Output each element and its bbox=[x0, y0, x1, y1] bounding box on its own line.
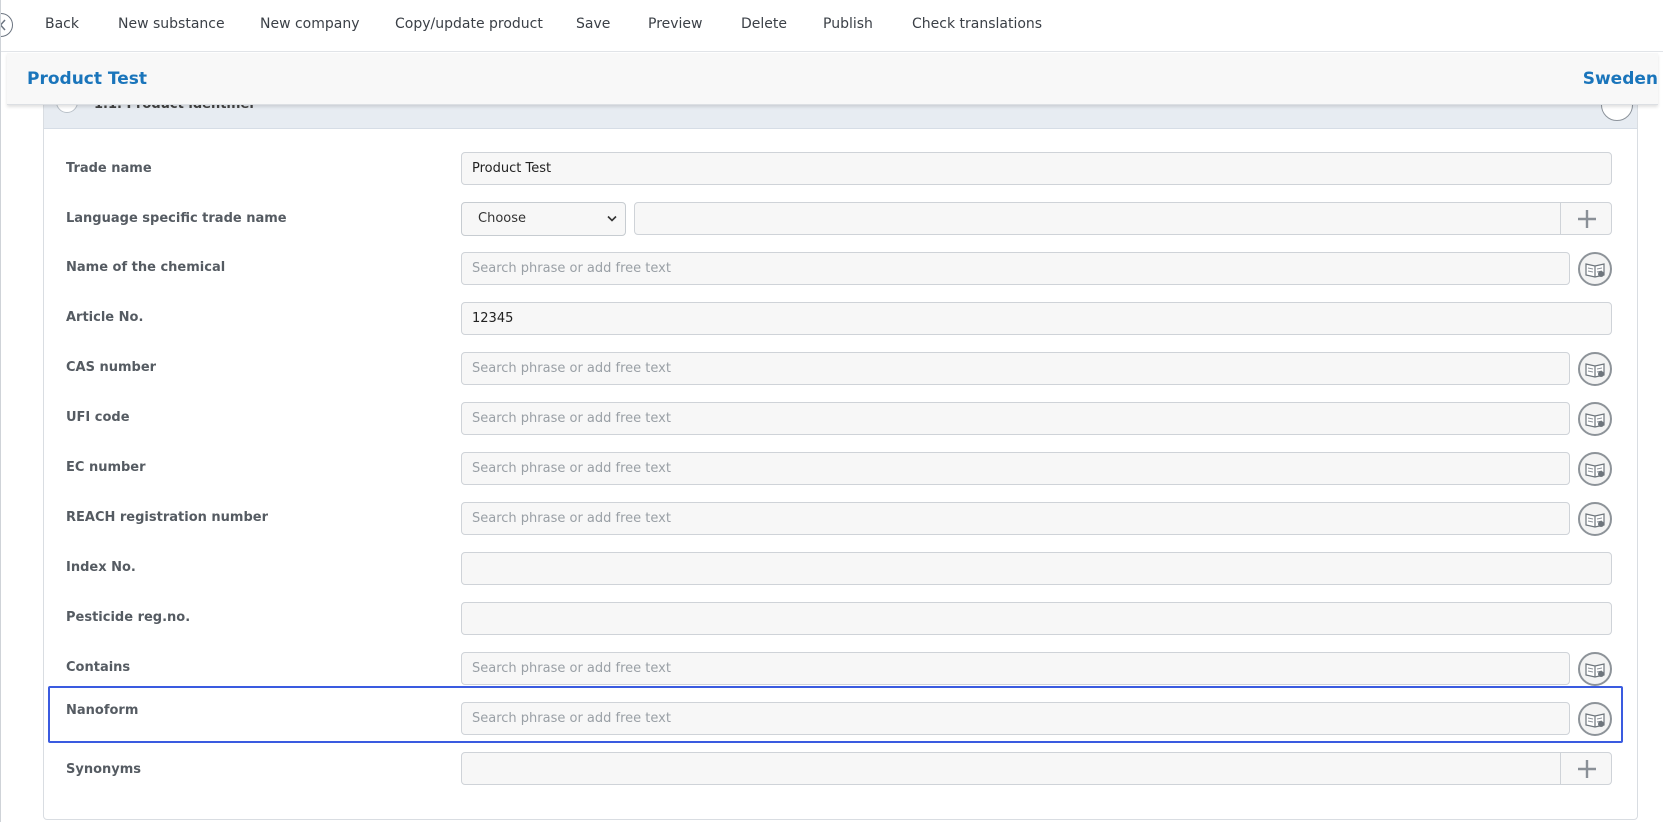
save-button[interactable]: Save bbox=[576, 16, 610, 32]
pesticide-reg-input[interactable] bbox=[461, 602, 1612, 635]
phrase-library-icon[interactable] bbox=[1578, 352, 1612, 386]
chemical-name-label: Name of the chemical bbox=[66, 260, 226, 275]
delete-button[interactable]: Delete bbox=[741, 16, 787, 32]
ec-number-label: EC number bbox=[66, 460, 146, 475]
ec-number-input[interactable]: Search phrase or add free text bbox=[461, 452, 1570, 485]
language-trade-name-input[interactable] bbox=[634, 202, 1612, 235]
trade-name-label: Trade name bbox=[66, 161, 152, 176]
title-bar: Product Test Sweden bbox=[7, 53, 1658, 105]
nanoform-label: Nanoform bbox=[66, 703, 139, 718]
page-title: Product Test bbox=[27, 69, 148, 89]
index-no-input[interactable] bbox=[461, 552, 1612, 585]
chevron-down-icon bbox=[607, 215, 617, 222]
chevron-left-icon[interactable] bbox=[1, 13, 13, 37]
plus-icon bbox=[1578, 210, 1596, 228]
check-translations-button[interactable]: Check translations bbox=[912, 16, 1042, 32]
new-substance-button[interactable]: New substance bbox=[118, 16, 225, 32]
contains-input[interactable]: Search phrase or add free text bbox=[461, 652, 1570, 685]
ufi-code-input[interactable]: Search phrase or add free text bbox=[461, 402, 1570, 435]
phrase-library-icon[interactable] bbox=[1578, 502, 1612, 536]
synonyms-label: Synonyms bbox=[66, 762, 142, 777]
contains-label: Contains bbox=[66, 660, 131, 675]
publish-button[interactable]: Publish bbox=[823, 16, 873, 32]
article-no-label: Article No. bbox=[66, 310, 144, 325]
nanoform-input[interactable]: Search phrase or add free text bbox=[461, 702, 1570, 735]
article-no-input[interactable]: 12345 bbox=[461, 302, 1612, 335]
reach-registration-label: REACH registration number bbox=[66, 510, 268, 525]
synonyms-input[interactable] bbox=[461, 752, 1612, 785]
reach-registration-input[interactable]: Search phrase or add free text bbox=[461, 502, 1570, 535]
country-label: Sweden bbox=[1582, 69, 1658, 89]
new-company-button[interactable]: New company bbox=[260, 16, 360, 32]
trade-name-input[interactable]: Product Test bbox=[461, 152, 1612, 185]
phrase-library-icon[interactable] bbox=[1578, 402, 1612, 436]
ufi-code-label: UFI code bbox=[66, 410, 130, 425]
phrase-library-icon[interactable] bbox=[1578, 652, 1612, 686]
phrase-library-icon[interactable] bbox=[1578, 252, 1612, 286]
toolbar: Back New substance New company Copy/upda… bbox=[1, 0, 1663, 52]
pesticide-reg-label: Pesticide reg.no. bbox=[66, 610, 191, 625]
add-synonym-button[interactable] bbox=[1560, 753, 1611, 784]
index-no-label: Index No. bbox=[66, 560, 136, 575]
plus-icon bbox=[1578, 760, 1596, 778]
language-select-value: Choose bbox=[478, 211, 526, 226]
preview-button[interactable]: Preview bbox=[648, 16, 703, 32]
cas-number-input[interactable]: Search phrase or add free text bbox=[461, 352, 1570, 385]
add-language-name-button[interactable] bbox=[1560, 203, 1611, 234]
copy-update-product-button[interactable]: Copy/update product bbox=[395, 16, 543, 32]
phrase-library-icon[interactable] bbox=[1578, 452, 1612, 486]
language-select[interactable]: Choose bbox=[461, 202, 626, 236]
language-trade-name-label: Language specific trade name bbox=[66, 211, 287, 226]
cas-number-label: CAS number bbox=[66, 360, 157, 375]
chemical-name-input[interactable]: Search phrase or add free text bbox=[461, 252, 1570, 285]
phrase-library-icon[interactable] bbox=[1578, 702, 1612, 736]
back-button[interactable]: Back bbox=[45, 16, 79, 32]
page: Back New substance New company Copy/upda… bbox=[0, 0, 1663, 822]
